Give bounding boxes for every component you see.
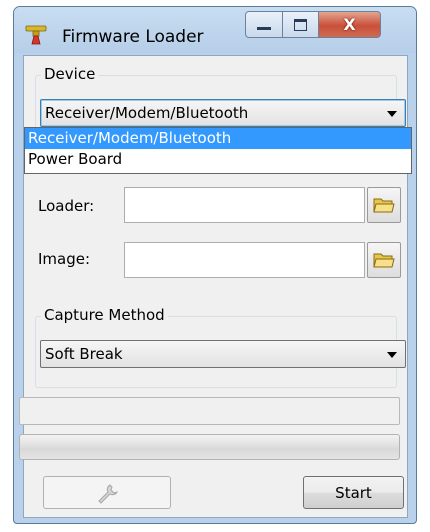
app-icon xyxy=(25,25,47,45)
status-box xyxy=(19,397,400,425)
loader-path-input[interactable] xyxy=(124,187,365,223)
loader-label: Loader: xyxy=(38,197,95,215)
minimize-icon xyxy=(257,27,271,30)
start-button[interactable]: Start xyxy=(303,476,404,509)
device-select-value: Receiver/Modem/Bluetooth xyxy=(45,104,249,122)
progress-bar xyxy=(19,434,400,460)
device-option[interactable]: Receiver/Modem/Bluetooth xyxy=(25,128,411,149)
folder-icon xyxy=(373,253,395,268)
device-select[interactable]: Receiver/Modem/Bluetooth xyxy=(40,99,406,127)
close-button[interactable]: X xyxy=(319,11,381,38)
image-browse-button[interactable] xyxy=(367,242,401,278)
image-label: Image: xyxy=(38,250,91,268)
maximize-button[interactable] xyxy=(283,11,319,38)
device-option[interactable]: Power Board xyxy=(25,149,411,170)
chevron-down-icon xyxy=(387,111,397,117)
title-bar[interactable]: Firmware Loader X xyxy=(14,7,416,53)
capture-method-value: Soft Break xyxy=(45,345,123,363)
device-group-label: Device xyxy=(41,65,99,83)
minimize-button[interactable] xyxy=(245,11,283,38)
window-title: Firmware Loader xyxy=(62,27,204,47)
tools-button[interactable] xyxy=(43,476,171,509)
image-path-input[interactable] xyxy=(124,242,365,278)
capture-method-select[interactable]: Soft Break xyxy=(40,340,406,368)
caption-buttons: X xyxy=(245,11,381,38)
device-dropdown-list: Receiver/Modem/Bluetooth Power Board xyxy=(24,127,412,174)
folder-icon xyxy=(373,198,395,213)
start-button-label: Start xyxy=(335,483,372,502)
chevron-down-icon xyxy=(387,352,397,358)
loader-browse-button[interactable] xyxy=(367,187,401,223)
capture-method-label: Capture Method xyxy=(41,306,168,324)
maximize-icon xyxy=(294,18,307,31)
wrench-icon xyxy=(98,483,118,504)
close-icon: X xyxy=(343,15,356,34)
